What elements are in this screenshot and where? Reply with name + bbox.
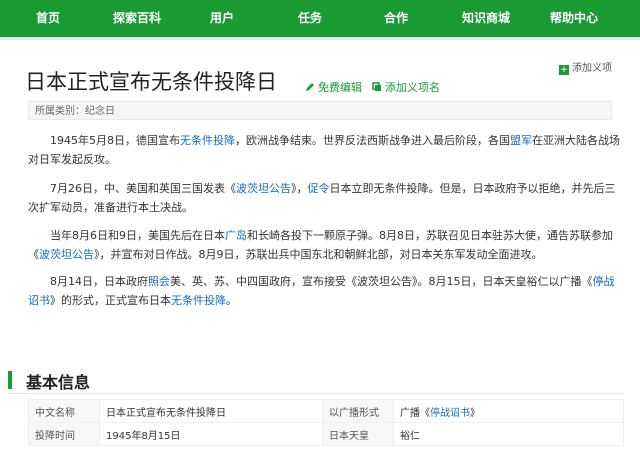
page-title: 日本正式宣布无条件投降日 bbox=[25, 70, 277, 94]
add-item-icon bbox=[372, 82, 381, 91]
paragraph-2: 7月26日，中、美国和英国三国发表《波茨坦公告》，促令日本立即无条件投降。但是，… bbox=[28, 182, 616, 214]
link-urge[interactable]: 促令 bbox=[308, 182, 330, 195]
add-meaning-button[interactable]: + 添加义项 bbox=[559, 59, 612, 75]
section-marker bbox=[8, 371, 12, 389]
link-potsdam[interactable]: 波茨坦公告 bbox=[236, 182, 291, 195]
nav-item-cooperation[interactable]: 合作 bbox=[384, 0, 408, 37]
link-allied-forces[interactable]: 盟军 bbox=[510, 134, 532, 147]
top-nav: 首页 探索百科 用户 任务 合作 知识商城 帮助中心 bbox=[0, 0, 640, 37]
info-key: 中文名称 bbox=[28, 399, 100, 423]
category-box: 所属类别：纪念日 bbox=[28, 101, 612, 120]
nav-item-users[interactable]: 用户 bbox=[210, 0, 234, 37]
table-row: 投降时间 1945年8月15日 日本天皇 裕仁 bbox=[28, 422, 624, 446]
info-key: 以广播形式 bbox=[322, 399, 394, 423]
info-table: 中文名称 日本正式宣布无条件投降日 以广播形式 广播《停战诏书》 投降时间 19… bbox=[28, 399, 624, 446]
paragraph-3: 当年8月6日和9日，美国先后在日本广岛和长崎各投下一颗原子弹。8月8日，苏联召见… bbox=[28, 229, 613, 261]
nav-divider bbox=[0, 37, 640, 40]
section-title: 基本信息 bbox=[26, 373, 91, 392]
edit-button[interactable]: 免费编辑 bbox=[305, 79, 362, 95]
table-row: 中文名称 日本正式宣布无条件投降日 以广播形式 广播《停战诏书》 bbox=[28, 399, 624, 423]
paragraph-1: 1945年5月8日，德国宣布无条件投降，欧洲战争结束。世界反法西斯战争进入最后阶… bbox=[28, 134, 620, 166]
link-unconditional-surrender[interactable]: 无条件投降 bbox=[180, 134, 235, 147]
nav-item-help[interactable]: 帮助中心 bbox=[550, 0, 598, 37]
nav-item-explore[interactable]: 探索百科 bbox=[113, 0, 161, 37]
info-value: 裕仁 bbox=[393, 422, 624, 446]
nav-item-tasks[interactable]: 任务 bbox=[298, 0, 322, 37]
edit-label: 免费编辑 bbox=[318, 81, 362, 94]
info-value: 日本正式宣布无条件投降日 bbox=[99, 399, 323, 423]
nav-item-home[interactable]: 首页 bbox=[36, 0, 60, 37]
link-unconditional-surrender-2[interactable]: 无条件投降 bbox=[171, 294, 226, 307]
link-note[interactable]: 照会 bbox=[148, 275, 170, 288]
pencil-icon bbox=[306, 83, 314, 91]
link-potsdam-2[interactable]: 波茨坦公告 bbox=[39, 248, 94, 261]
add-meaning-label: 添加义项 bbox=[572, 63, 612, 74]
plus-icon: + bbox=[559, 65, 569, 75]
info-key: 投降时间 bbox=[28, 422, 100, 446]
info-value: 广播《停战诏书》 bbox=[393, 399, 624, 423]
info-key: 日本天皇 bbox=[322, 422, 394, 446]
paragraph-4: 8月14日，日本政府照会美、英、苏、中四国政府，宣布接受《波茨坦公告》。8月15… bbox=[28, 275, 615, 307]
link-rescript-info[interactable]: 停战诏书 bbox=[430, 408, 470, 419]
add-item-label: 添加义项名 bbox=[385, 81, 440, 94]
link-hiroshima[interactable]: 广岛 bbox=[225, 229, 247, 242]
nav-item-store[interactable]: 知识商城 bbox=[462, 0, 510, 37]
info-value: 1945年8月15日 bbox=[99, 422, 323, 446]
add-item-button[interactable]: 添加义项名 bbox=[372, 79, 440, 95]
section-divider bbox=[8, 393, 624, 394]
